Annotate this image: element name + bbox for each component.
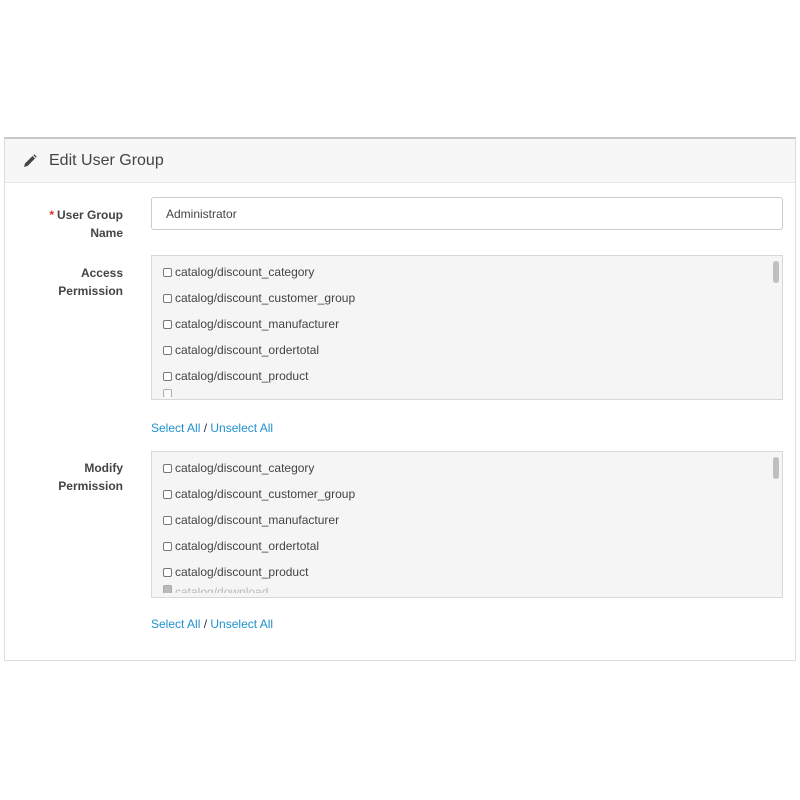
checkbox-label: catalog/discount_category bbox=[175, 461, 315, 475]
access-select-all-link[interactable]: Select All bbox=[151, 421, 200, 435]
checkbox[interactable] bbox=[163, 463, 172, 473]
checkbox[interactable] bbox=[163, 267, 172, 277]
modify-permission-list[interactable]: catalog/discount_category catalog/discoun… bbox=[151, 451, 783, 598]
checkbox-label: catalog/download bbox=[175, 585, 269, 593]
checkbox[interactable] bbox=[163, 371, 172, 381]
list-item[interactable]: catalog/discount_product bbox=[152, 559, 782, 585]
access-unselect-all-link[interactable]: Unselect All bbox=[210, 421, 273, 435]
checkbox-label: catalog/discount_customer_group bbox=[175, 291, 356, 305]
access-select-links: Select All / Unselect All bbox=[151, 421, 273, 435]
checkbox[interactable] bbox=[163, 389, 172, 397]
checkbox-label: catalog/discount_product bbox=[175, 369, 309, 383]
checkbox[interactable] bbox=[163, 567, 172, 577]
modify-permission-label: Modify Permission bbox=[58, 461, 123, 493]
checkbox[interactable] bbox=[163, 541, 172, 551]
list-item[interactable]: catalog/discount_product bbox=[152, 363, 782, 389]
list-item[interactable]: catalog/discount_ordertotal bbox=[152, 533, 782, 559]
scroll-thumb[interactable] bbox=[773, 261, 779, 283]
scroll-thumb[interactable] bbox=[773, 457, 779, 479]
edit-user-group-panel: Edit User Group *User Group Name Access … bbox=[4, 137, 796, 661]
checkbox[interactable] bbox=[163, 345, 172, 355]
checkbox-label: catalog/discount_manufacturer bbox=[175, 513, 340, 527]
checkbox[interactable] bbox=[163, 319, 172, 329]
checkbox[interactable] bbox=[163, 293, 172, 303]
access-permission-label: Access Permission bbox=[58, 266, 123, 298]
modify-select-links: Select All / Unselect All bbox=[151, 617, 273, 631]
user-group-name-input[interactable] bbox=[151, 197, 783, 230]
checkbox[interactable] bbox=[163, 489, 172, 499]
checkbox[interactable] bbox=[163, 585, 172, 593]
checkbox[interactable] bbox=[163, 515, 172, 525]
checkbox-label: catalog/discount_ordertotal bbox=[175, 539, 320, 553]
panel-heading: Edit User Group bbox=[5, 139, 795, 183]
checkbox-label: catalog/discount_customer_group bbox=[175, 487, 356, 501]
modify-unselect-all-link[interactable]: Unselect All bbox=[210, 617, 273, 631]
panel-title: Edit User Group bbox=[49, 151, 164, 169]
checkbox-label: catalog/discount_ordertotal bbox=[175, 343, 320, 357]
list-item[interactable]: catalog/discount_customer_group bbox=[152, 481, 782, 507]
checkbox-label: catalog/discount_product bbox=[175, 565, 309, 579]
list-item[interactable]: catalog/download bbox=[152, 585, 782, 593]
link-separator: / bbox=[203, 617, 208, 631]
required-mark: * bbox=[49, 208, 54, 222]
list-item[interactable]: catalog/discount_manufacturer bbox=[152, 311, 782, 337]
pencil-icon bbox=[23, 153, 39, 169]
checkbox-label: catalog/discount_category bbox=[175, 265, 315, 279]
scrollbar[interactable] bbox=[772, 454, 780, 593]
user-group-name-label: * User Group Name bbox=[49, 208, 123, 240]
list-item[interactable]: catalog/discount_manufacturer bbox=[152, 507, 782, 533]
link-separator: / bbox=[203, 421, 208, 435]
scrollbar[interactable] bbox=[772, 258, 780, 397]
list-item[interactable]: catalog/discount_ordertotal bbox=[152, 337, 782, 363]
list-item[interactable] bbox=[152, 389, 782, 397]
list-item[interactable]: catalog/discount_category bbox=[152, 259, 782, 285]
access-permission-list[interactable]: catalog/discount_category catalog/discoun… bbox=[151, 255, 783, 400]
list-item[interactable]: catalog/discount_customer_group bbox=[152, 285, 782, 311]
list-item[interactable]: catalog/discount_category bbox=[152, 455, 782, 481]
modify-select-all-link[interactable]: Select All bbox=[151, 617, 200, 631]
checkbox-label: catalog/discount_manufacturer bbox=[175, 317, 340, 331]
